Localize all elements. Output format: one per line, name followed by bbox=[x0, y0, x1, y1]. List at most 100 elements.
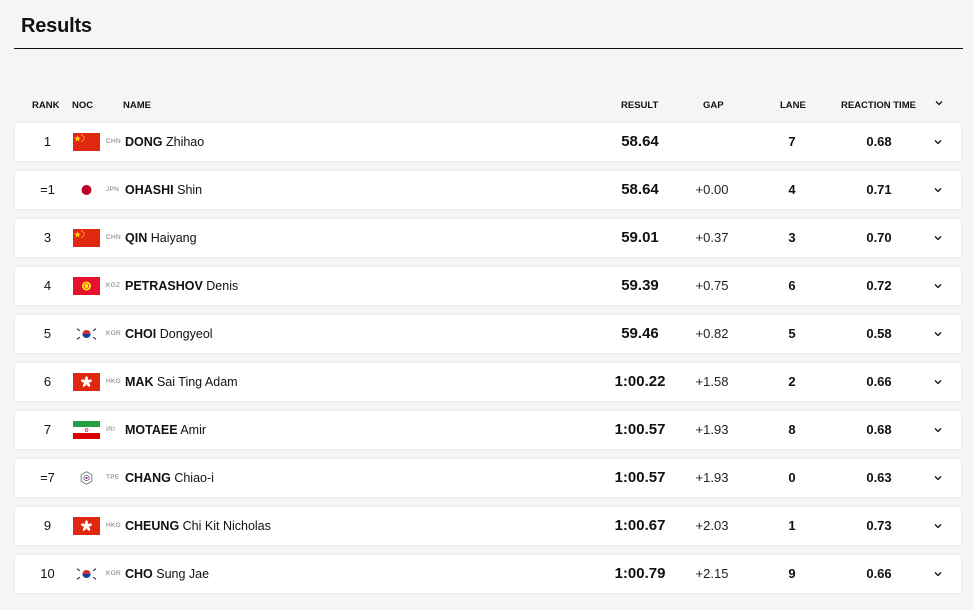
lane-cell: 7 bbox=[788, 134, 796, 149]
athlete-name[interactable]: CHEUNG Chi Kit Nicholas bbox=[125, 507, 271, 545]
table-row[interactable]: 1 CHN DONG Zhihao 58.64 7 0.68 bbox=[15, 123, 961, 161]
rank-cell: 10 bbox=[40, 566, 55, 581]
athlete-first-name: Chiao-i bbox=[174, 471, 214, 485]
athlete-last-name: MOTAEE bbox=[125, 423, 178, 437]
lane-cell: 8 bbox=[788, 422, 796, 437]
col-noc: NOC bbox=[72, 100, 94, 111]
col-result: RESULT bbox=[621, 100, 659, 111]
noc-code: HKG bbox=[106, 378, 121, 385]
korea-flag-icon bbox=[72, 325, 101, 343]
table-row[interactable]: 10 KOR CHO Sung Jae 1:00.79 +2.15 9 0.66 bbox=[15, 555, 961, 593]
table-row[interactable]: 9 HKG CHEUNG Chi Kit Nicholas 1:00.67 +2… bbox=[15, 507, 961, 545]
noc-code: CHN bbox=[106, 138, 121, 145]
iran-flag-icon bbox=[72, 421, 101, 439]
table-header: RANK NOC NAME RESULT GAP LANE REACTION T… bbox=[0, 100, 974, 114]
rank-cell: 9 bbox=[43, 518, 52, 533]
reaction-time-cell: 0.73 bbox=[866, 518, 892, 533]
athlete-last-name: MAK bbox=[125, 375, 154, 389]
reaction-time-cell: 0.68 bbox=[866, 134, 892, 149]
athlete-last-name: CHOI bbox=[125, 327, 157, 341]
china-flag-icon bbox=[72, 229, 101, 247]
chevron-down-icon[interactable] bbox=[929, 219, 947, 257]
athlete-name[interactable]: QIN Haiyang bbox=[125, 219, 197, 257]
noc-code: KOR bbox=[106, 570, 121, 577]
chevron-down-icon[interactable] bbox=[929, 459, 947, 497]
title-divider bbox=[14, 48, 963, 49]
chevron-down-icon[interactable] bbox=[929, 171, 947, 209]
chevron-down-icon[interactable] bbox=[929, 315, 947, 353]
hong-kong-flag-icon bbox=[72, 517, 101, 535]
table-row[interactable]: 3 CHN QIN Haiyang 59.01 +0.37 3 0.70 bbox=[15, 219, 961, 257]
rank-cell: 6 bbox=[43, 374, 52, 389]
athlete-name[interactable]: CHANG Chiao-i bbox=[125, 459, 214, 497]
athlete-name[interactable]: OHASHI Shin bbox=[125, 171, 202, 209]
reaction-time-cell: 0.58 bbox=[866, 326, 892, 341]
table-row[interactable]: =1 JPN OHASHI Shin 58.64 +0.00 4 0.71 bbox=[15, 171, 961, 209]
athlete-first-name: Sai Ting Adam bbox=[156, 375, 238, 389]
reaction-time-cell: 0.71 bbox=[866, 182, 892, 197]
col-gap: GAP bbox=[703, 100, 724, 111]
table-row[interactable]: 6 HKG MAK Sai Ting Adam 1:00.22 +1.58 2 … bbox=[15, 363, 961, 401]
rank-cell: 5 bbox=[43, 326, 52, 341]
reaction-time-cell: 0.63 bbox=[866, 470, 892, 485]
athlete-last-name: CHEUNG bbox=[125, 519, 180, 533]
rank-cell: 3 bbox=[43, 230, 52, 245]
athlete-name[interactable]: MAK Sai Ting Adam bbox=[125, 363, 238, 401]
col-reaction-time: REACTION TIME bbox=[841, 100, 916, 111]
noc-code: TPE bbox=[106, 474, 120, 481]
athlete-first-name: Shin bbox=[177, 183, 203, 197]
noc-code: KOR bbox=[106, 330, 121, 337]
lane-cell: 6 bbox=[788, 278, 796, 293]
chevron-down-icon[interactable] bbox=[929, 123, 947, 161]
rank-cell: =7 bbox=[40, 470, 55, 485]
athlete-name[interactable]: PETRASHOV Denis bbox=[125, 267, 238, 305]
athlete-name[interactable]: CHO Sung Jae bbox=[125, 555, 209, 593]
reaction-time-cell: 0.70 bbox=[866, 230, 892, 245]
athlete-last-name: DONG bbox=[125, 135, 163, 149]
col-rank: RANK bbox=[32, 100, 60, 111]
noc-code: HKG bbox=[106, 522, 121, 529]
rank-cell: =1 bbox=[40, 182, 55, 197]
chevron-down-icon[interactable] bbox=[929, 555, 947, 593]
table-row[interactable]: 4 KGZ PETRASHOV Denis 59.39 +0.75 6 0.72 bbox=[15, 267, 961, 305]
reaction-time-cell: 0.66 bbox=[866, 566, 892, 581]
athlete-name[interactable]: MOTAEE Amir bbox=[125, 411, 206, 449]
athlete-first-name: Haiyang bbox=[150, 231, 197, 245]
noc-code: KGZ bbox=[106, 282, 121, 289]
lane-cell: 0 bbox=[788, 470, 796, 485]
athlete-last-name: OHASHI bbox=[125, 183, 174, 197]
chinese-taipei-flag-icon bbox=[72, 469, 101, 487]
lane-cell: 5 bbox=[788, 326, 796, 341]
table-row[interactable]: 5 KOR CHOI Dongyeol 59.46 +0.82 5 0.58 bbox=[15, 315, 961, 353]
chevron-down-icon[interactable] bbox=[929, 363, 947, 401]
chevron-down-icon[interactable] bbox=[929, 411, 947, 449]
lane-cell: 1 bbox=[788, 518, 796, 533]
china-flag-icon bbox=[72, 133, 101, 151]
expand-all-chevron-icon[interactable] bbox=[934, 98, 944, 111]
hong-kong-flag-icon bbox=[72, 373, 101, 391]
kyrgyzstan-flag-icon bbox=[72, 277, 101, 295]
table-row[interactable]: 7 IRI MOTAEE Amir 1:00.57 +1.93 8 0.68 bbox=[15, 411, 961, 449]
athlete-first-name: Denis bbox=[206, 279, 239, 293]
athlete-name[interactable]: CHOI Dongyeol bbox=[125, 315, 213, 353]
col-lane: LANE bbox=[780, 100, 806, 111]
lane-cell: 9 bbox=[788, 566, 796, 581]
athlete-first-name: Dongyeol bbox=[159, 327, 213, 341]
table-row[interactable]: =7 TPE CHANG Chiao-i 1:00.57 +1.93 0 0.6… bbox=[15, 459, 961, 497]
lane-cell: 4 bbox=[788, 182, 796, 197]
athlete-first-name: Zhihao bbox=[165, 135, 205, 149]
noc-code: IRI bbox=[106, 426, 116, 433]
results-table: 1 CHN DONG Zhihao 58.64 7 0.68 =1 JPN OH… bbox=[15, 123, 961, 603]
chevron-down-icon[interactable] bbox=[929, 267, 947, 305]
korea-flag-icon bbox=[72, 565, 101, 583]
noc-code: CHN bbox=[106, 234, 121, 241]
reaction-time-cell: 0.68 bbox=[866, 422, 892, 437]
reaction-time-cell: 0.66 bbox=[866, 374, 892, 389]
reaction-time-cell: 0.72 bbox=[866, 278, 892, 293]
athlete-name[interactable]: DONG Zhihao bbox=[125, 123, 204, 161]
athlete-last-name: CHO bbox=[125, 567, 153, 581]
chevron-down-icon[interactable] bbox=[929, 507, 947, 545]
athlete-last-name: QIN bbox=[125, 231, 148, 245]
noc-code: JPN bbox=[106, 186, 120, 193]
page-title: Results bbox=[21, 15, 92, 37]
